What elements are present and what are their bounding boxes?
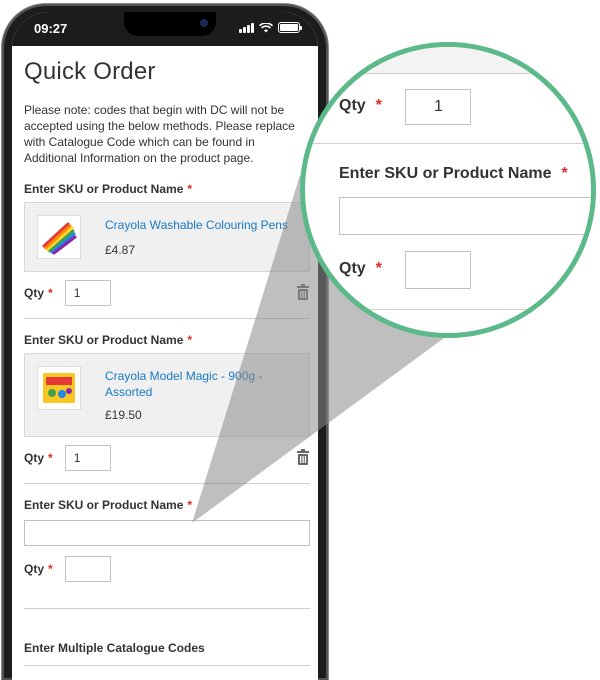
zoom-qty-input[interactable]: 1 [405, 89, 471, 125]
zoom-top-region [305, 47, 591, 73]
zoom-sku-input[interactable] [339, 197, 591, 235]
zoom-divider-bottom [305, 309, 591, 310]
zoom-magnifier: Qty * 1 Enter SKU or Product Name * Qty * [300, 42, 596, 338]
zoom-qty-label: Qty * [339, 97, 382, 114]
zoom-qty2-input[interactable] [405, 251, 471, 289]
zoom-qty2-label: Qty * [339, 260, 382, 277]
zoom-divider [305, 143, 591, 144]
zoom-divider-top [305, 73, 591, 74]
zoom-sku-label: Enter SKU or Product Name * [339, 165, 568, 182]
zoom-content: Qty * 1 Enter SKU or Product Name * Qty * [305, 47, 591, 333]
